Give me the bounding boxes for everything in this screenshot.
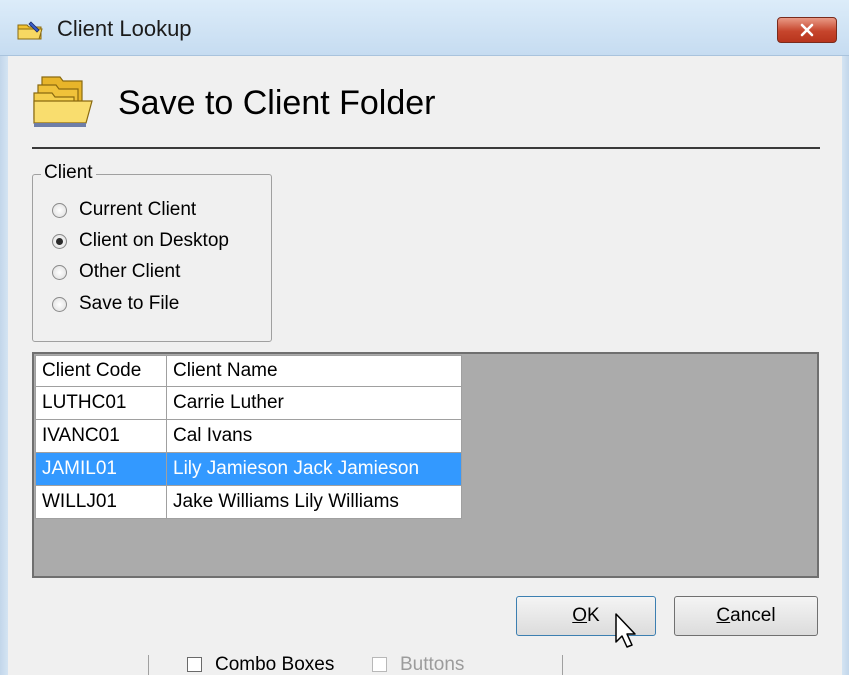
- combo-boxes-label: Combo Boxes: [215, 655, 335, 675]
- client-name-cell[interactable]: Lily Jamieson Jack Jamieson: [166, 452, 462, 486]
- radio-label: Client on Desktop: [79, 230, 229, 251]
- radio-button[interactable]: [52, 264, 67, 280]
- radio-button-checked[interactable]: [52, 233, 67, 249]
- column-header-client-code[interactable]: Client Code: [35, 355, 167, 387]
- client-grid[interactable]: Client Code Client Name LUTHC01 Carrie L…: [35, 355, 462, 519]
- window-frame-right: [842, 56, 849, 675]
- toolbar-separator: [148, 655, 149, 675]
- radio-button[interactable]: [52, 202, 67, 218]
- radio-label: Save to File: [79, 293, 180, 314]
- folder-pencil-icon: [17, 21, 43, 40]
- buttons-label: Buttons: [400, 655, 465, 675]
- table-row-selected[interactable]: JAMIL01 Lily Jamieson Jack Jamieson: [35, 452, 462, 486]
- table-row[interactable]: WILLJ01 Jake Williams Lily Williams: [35, 485, 462, 519]
- toolbar-separator: [562, 655, 563, 675]
- bottom-toolbar-partial: Combo Boxes Buttons: [0, 655, 842, 675]
- radio-label: Other Client: [79, 261, 181, 282]
- close-icon: [800, 23, 814, 37]
- client-code-cell[interactable]: WILLJ01: [35, 485, 167, 519]
- client-code-cell[interactable]: JAMIL01: [35, 452, 167, 486]
- cancel-accelerator: C: [716, 605, 731, 626]
- client-group-legend: Client: [41, 162, 96, 184]
- client-name-cell[interactable]: Jake Williams Lily Williams: [166, 485, 462, 519]
- cancel-button[interactable]: Cancel: [674, 596, 818, 636]
- radio-other-client[interactable]: Other Client: [52, 260, 180, 284]
- table-row[interactable]: IVANC01 Cal Ivans: [35, 419, 462, 453]
- client-folders-icon: [33, 76, 93, 127]
- mouse-pointer-icon: [615, 613, 636, 648]
- combo-boxes-checkbox[interactable]: [187, 657, 202, 672]
- ok-accelerator: O: [572, 605, 588, 626]
- ok-label: K: [587, 605, 600, 626]
- cancel-label: ancel: [730, 605, 776, 626]
- client-lookup-window: Client Lookup Save to Client Folder Clie…: [0, 0, 849, 675]
- radio-save-to-file[interactable]: Save to File: [52, 292, 179, 316]
- radio-client-on-desktop[interactable]: Client on Desktop: [52, 229, 229, 253]
- grid-header-row: Client Code Client Name: [35, 355, 462, 387]
- dialog-heading: Save to Client Folder: [118, 84, 436, 122]
- radio-current-client[interactable]: Current Client: [52, 198, 196, 222]
- window-frame-left: [0, 56, 8, 675]
- client-code-cell[interactable]: IVANC01: [35, 419, 167, 453]
- close-button[interactable]: [777, 17, 837, 43]
- radio-label: Current Client: [79, 199, 197, 220]
- title-bar[interactable]: Client Lookup: [0, 0, 849, 56]
- client-code-cell[interactable]: LUTHC01: [35, 386, 167, 420]
- client-name-cell[interactable]: Cal Ivans: [166, 419, 462, 453]
- header-divider: [32, 147, 820, 149]
- column-header-client-name[interactable]: Client Name: [166, 355, 462, 387]
- buttons-checkbox[interactable]: [372, 657, 387, 672]
- window-title: Client Lookup: [57, 16, 192, 41]
- table-row[interactable]: LUTHC01 Carrie Luther: [35, 386, 462, 420]
- radio-button[interactable]: [52, 296, 67, 312]
- client-name-cell[interactable]: Carrie Luther: [166, 386, 462, 420]
